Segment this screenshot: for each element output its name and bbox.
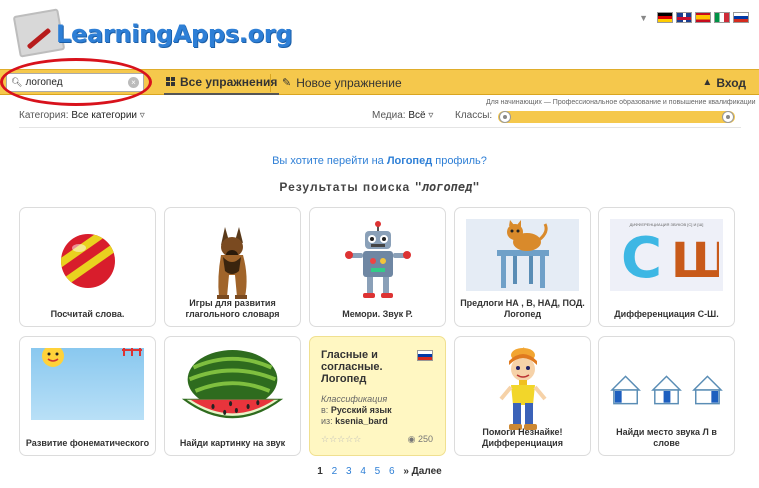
exercise-card[interactable]: Игры для развития глагольного словаря [164, 207, 301, 327]
exercise-card[interactable]: ДИФФЕРЕНЦИАЦИЯ ЗВУКОВ [С] И [Ш] C Ш Дифф… [598, 207, 735, 327]
class-range-slider[interactable] [498, 111, 735, 123]
category-label: Категория: [19, 110, 69, 121]
card-title: Дифференциация С-Ш. [614, 309, 719, 319]
card-type: Классификация [321, 394, 388, 404]
flag-russian-icon [417, 350, 433, 361]
chevron-down-icon: ▿ [139, 110, 145, 121]
page-link[interactable]: 6 [389, 466, 395, 477]
letters-s-sh-icon: ДИФФЕРЕНЦИАЦИЯ ЗВУКОВ [С] И [Ш] C Ш [610, 219, 723, 291]
media-label: Медиа: [372, 110, 406, 121]
login-button[interactable]: ▲ Вход [702, 70, 746, 95]
pagination: 1 2 3 4 5 6 » Далее [0, 466, 759, 477]
sun-sky-icon [31, 348, 144, 420]
main-toolbar: 🔍︎ × Все упражнения ✎ Новое упражнение ▲… [0, 69, 759, 95]
exercise-card[interactable]: Мемори. Звук Р. [309, 207, 446, 327]
page-link[interactable]: 4 [360, 466, 366, 477]
card-title: Найди картинку на звук [179, 438, 286, 448]
search-input[interactable] [25, 77, 126, 88]
page-link[interactable]: 2 [332, 466, 338, 477]
category-filter[interactable]: Категория: Все категории ▿ [19, 110, 145, 121]
divider [19, 127, 741, 128]
tab-all-exercises[interactable]: Все упражнения [164, 70, 280, 95]
views-count: ◉ 250 [407, 434, 433, 444]
clear-search-icon[interactable]: × [128, 77, 139, 88]
search-box[interactable]: 🔍︎ × [6, 73, 144, 92]
flag-italian-icon[interactable] [714, 12, 730, 23]
slider-min-handle[interactable] [499, 111, 511, 123]
cat-on-stool-icon [466, 219, 579, 291]
card-title: Развитие фонематического [25, 438, 150, 448]
svg-text:Ш: Ш [671, 233, 719, 283]
flag-russian-icon[interactable] [733, 12, 749, 23]
neznaika-icon [464, 346, 581, 434]
toolbar-divider [270, 74, 271, 92]
card-footer: ☆☆☆☆☆ ◉ 250 [321, 434, 433, 445]
card-title: Посчитай слова. [50, 309, 125, 319]
logo[interactable]: LearningApps.org [10, 8, 293, 62]
card-title: Гласные и согласные. Логопед [321, 349, 383, 385]
svg-text:C: C [621, 227, 662, 283]
card-title: Предлоги НА , В, НАД, ПОД. Логопед [460, 298, 585, 319]
watermelon-icon [174, 346, 291, 434]
card-title: Помоги Незнайке! Дифференциация [482, 427, 563, 448]
tab-all-exercises-label: Все упражнения [180, 74, 278, 89]
profile-link[interactable]: Логопед [387, 155, 432, 167]
exercise-card[interactable]: Найди картинку на звук [164, 336, 301, 456]
card-title: Мемори. Звук Р. [342, 309, 413, 319]
search-icon: 🔍︎ [11, 77, 23, 87]
grid-icon [166, 77, 175, 86]
page-link[interactable]: 5 [375, 466, 381, 477]
striped-ball-icon [29, 217, 146, 305]
houses-icon [608, 346, 725, 434]
flag-english-icon[interactable] [676, 12, 692, 23]
exercise-card[interactable]: Посчитай слова. [19, 207, 156, 327]
results-query: "логопед" [414, 180, 480, 194]
filter-row: Категория: Все категории ▿ Медиа: Всё ▿ … [0, 110, 759, 128]
exercise-card[interactable]: Найди место звука Л в слове [598, 336, 735, 456]
profile-prompt-after: профиль? [432, 155, 487, 167]
page-link[interactable]: 3 [346, 466, 352, 477]
exercise-card[interactable]: Предлоги НА , В, НАД, ПОД. Логопед [454, 207, 591, 327]
exercise-card-featured[interactable]: Гласные и согласные. Логопед Классификац… [309, 336, 446, 456]
next-page-link[interactable]: » Далее [403, 466, 441, 477]
profile-prompt-before: Вы хотите перейти на [272, 155, 387, 167]
chevron-down-icon: ▿ [428, 110, 434, 121]
flag-spanish-icon[interactable] [695, 12, 711, 23]
card-meta: Классификация в: Русский язык из: ksenia… [321, 394, 392, 426]
slider-max-handle[interactable] [722, 111, 734, 123]
eye-icon: ◉ [407, 434, 416, 444]
language-selector[interactable]: ▼ [639, 12, 749, 23]
card-title: Игры для развития глагольного словаря [185, 298, 280, 319]
results-title: Результаты поиска "логопед" [279, 180, 480, 194]
card-title: Найди место звука Л в слове [616, 427, 717, 448]
page-link-current[interactable]: 1 [317, 466, 323, 477]
media-value: Всё [408, 110, 426, 121]
card-subject: Русский язык [330, 405, 392, 415]
robot-icon [319, 217, 436, 305]
dropdown-arrow-icon[interactable]: ▼ [639, 13, 648, 23]
flag-german-icon[interactable] [657, 12, 673, 23]
user-icon: ▲ [702, 77, 713, 88]
card-author[interactable]: ksenia_bard [335, 416, 388, 426]
exercise-card[interactable]: Помоги Незнайке! Дифференциация [454, 336, 591, 456]
category-value: Все категории [71, 110, 138, 121]
pencil-icon: ✎ [282, 77, 292, 89]
tab-new-exercise[interactable]: ✎ Новое упражнение [282, 70, 402, 95]
profile-prompt: Вы хотите перейти на Логопед профиль? [0, 155, 759, 167]
dog-icon [174, 217, 291, 305]
rating-stars-icon: ☆☆☆☆☆ [321, 434, 362, 444]
logo-text: LearningApps.org [56, 20, 293, 48]
classes-label: Классы: [455, 110, 493, 121]
tab-new-exercise-label: Новое упражнение [296, 75, 402, 90]
levels-caption: Для начинающих — Профессиональное образо… [486, 99, 756, 106]
exercise-card[interactable]: Развитие фонематического [19, 336, 156, 456]
media-filter[interactable]: Медиа: Всё ▿ [372, 110, 433, 121]
login-label: Вход [716, 75, 746, 90]
